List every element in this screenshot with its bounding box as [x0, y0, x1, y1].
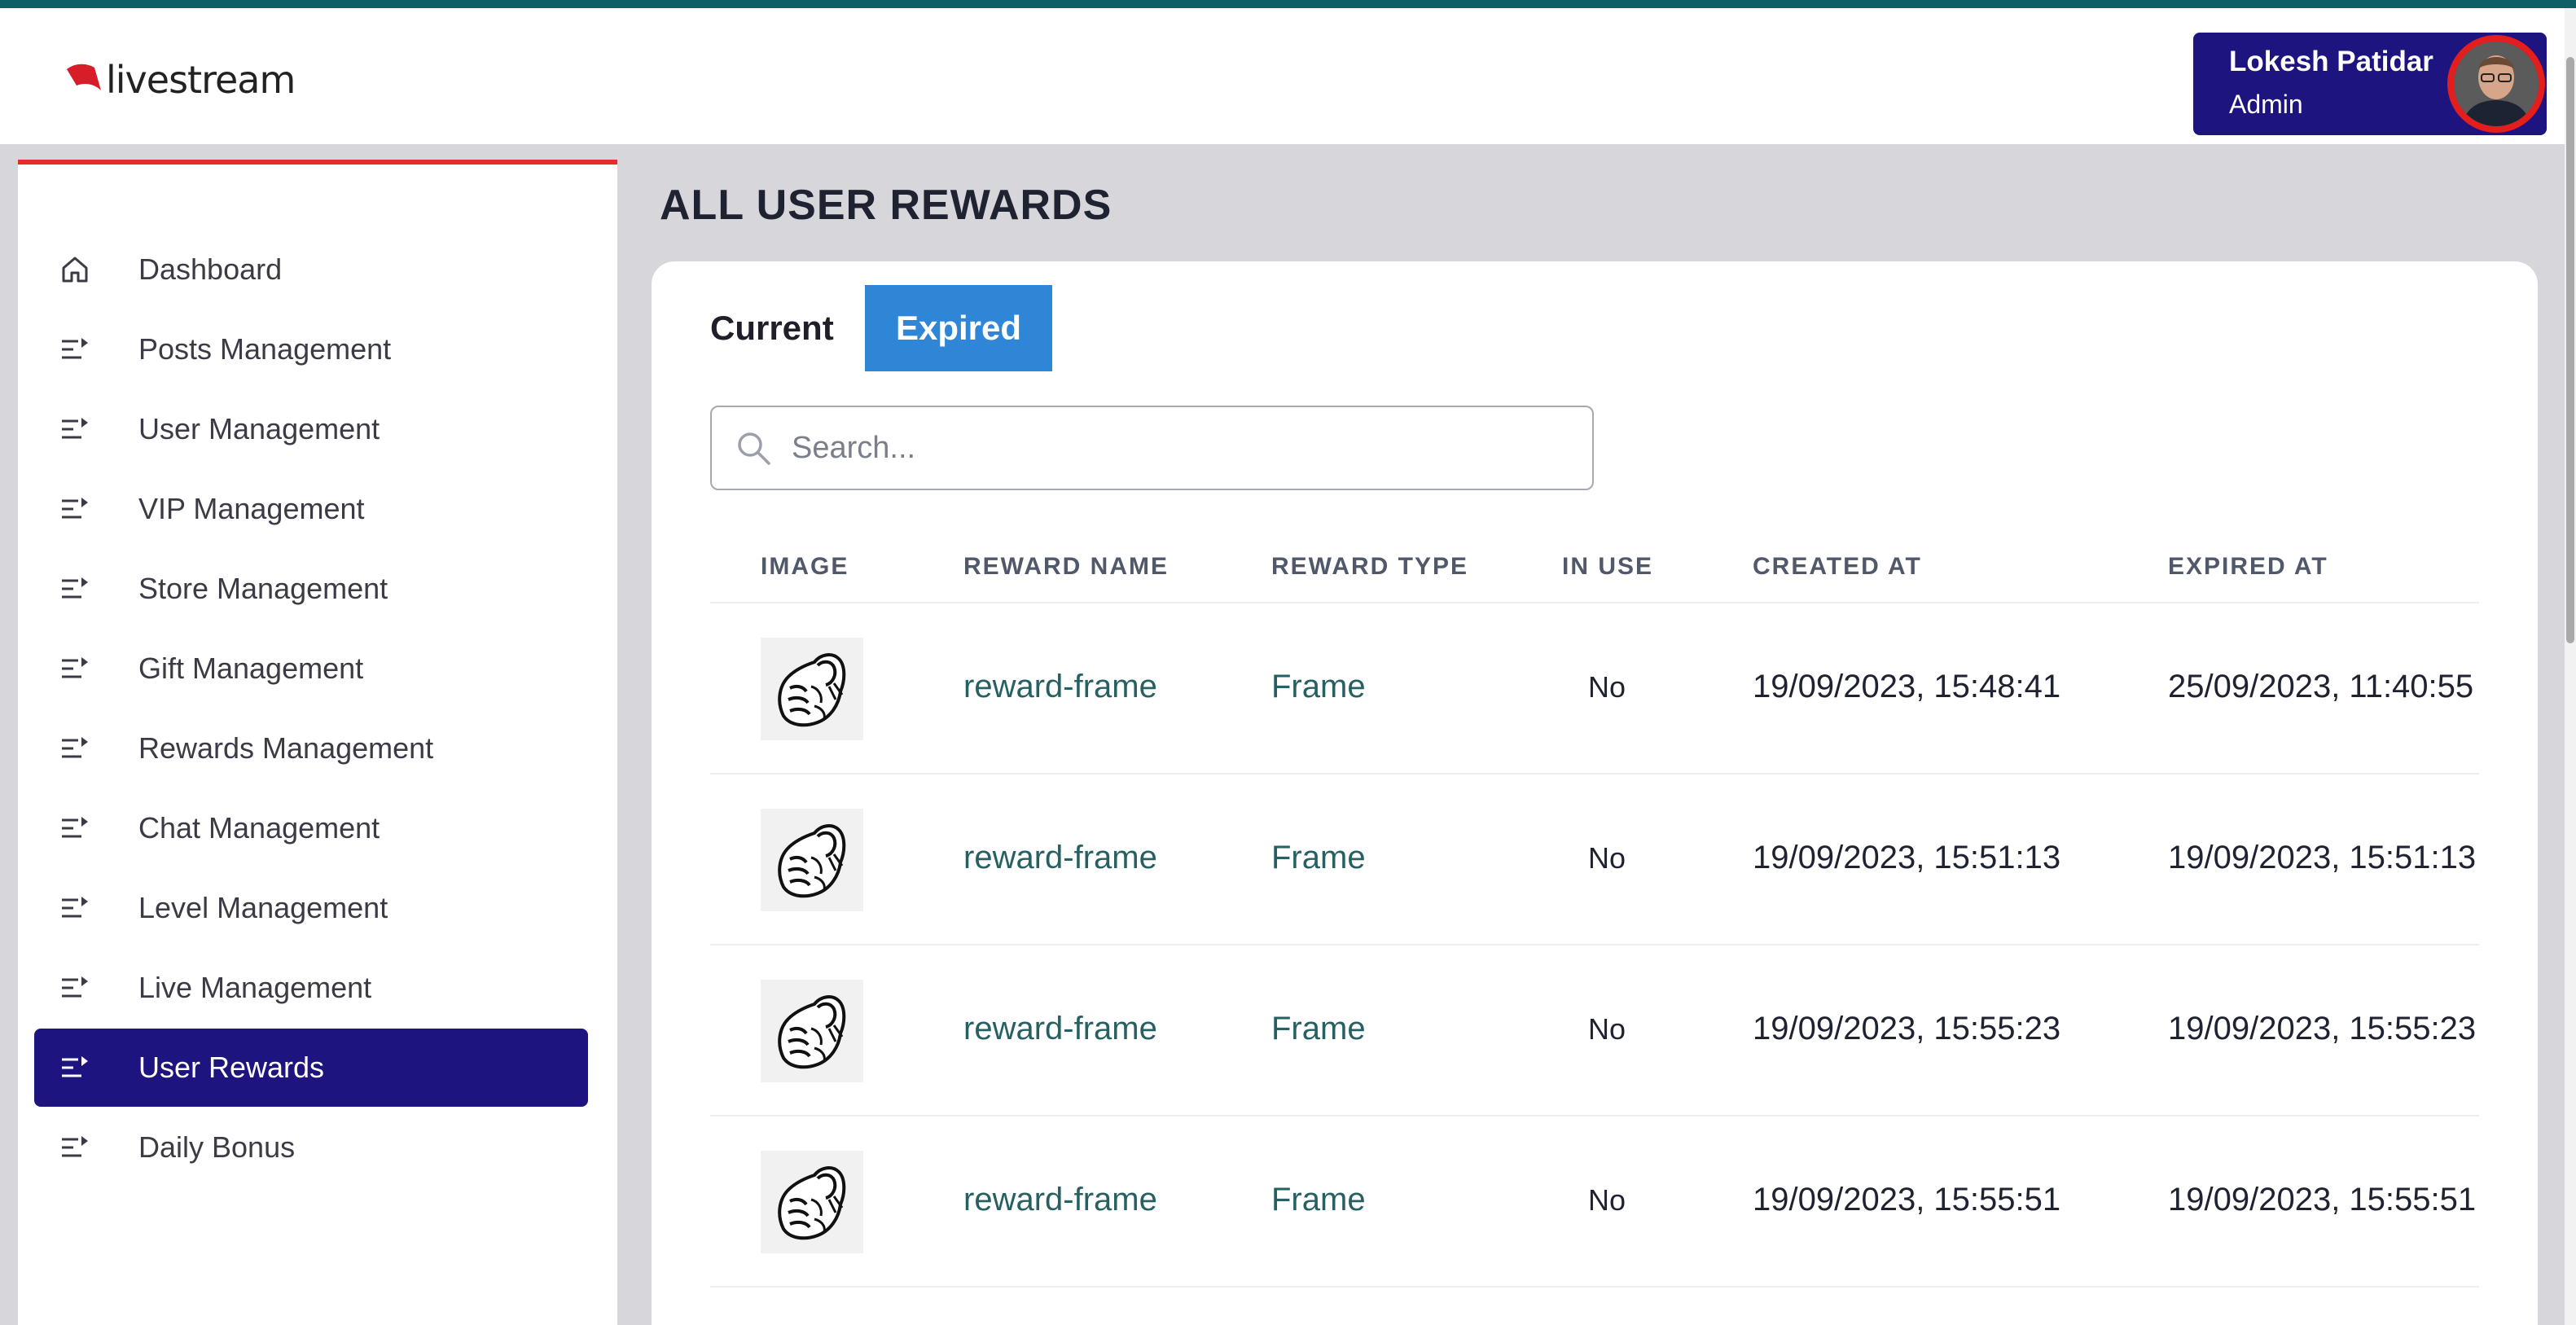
reward-type-cell: Frame	[1271, 1011, 1366, 1046]
sidebar-item-label: Store Management	[138, 572, 388, 605]
page-scrollbar[interactable]	[2565, 8, 2576, 1325]
search-icon	[738, 432, 770, 465]
sidebar-item-label: Rewards Management	[138, 731, 434, 765]
table-row[interactable]: reward-frame Frame No 19/09/2023, 15:55:23 1…	[710, 945, 2479, 1117]
search-box[interactable]	[710, 406, 1594, 490]
list-arrow-icon	[59, 972, 103, 1004]
rewards-card: Current Expired IMAGE REWARD NAME REWARD…	[652, 261, 2538, 1325]
created-at-cell: 19/09/2023, 15:55:51	[1753, 1182, 2061, 1218]
list-arrow-icon	[59, 652, 103, 685]
sidebar-item-daily-bonus[interactable]: Daily Bonus	[34, 1108, 588, 1187]
pointing-hand-icon	[761, 1151, 863, 1257]
sidebar-item-vip-management[interactable]: VIP Management	[34, 470, 588, 548]
avatar-portrait-icon	[2454, 42, 2539, 126]
sidebar-item-label: Posts Management	[138, 332, 392, 366]
sidebar-item-label: Level Management	[138, 891, 388, 924]
list-arrow-icon	[59, 812, 103, 845]
col-image: IMAGE	[761, 553, 849, 580]
top-header: livestream Lokesh Patidar Admin	[0, 0, 2576, 144]
table-body: reward-frame Frame No 19/09/2023, 15:48:41 2…	[710, 603, 2479, 1288]
col-reward-name: REWARD NAME	[963, 553, 1169, 580]
sidebar-item-label: User Management	[138, 412, 380, 445]
created-at-cell: 19/09/2023, 15:51:13	[1753, 840, 2061, 875]
col-expired-at: EXPIRED AT	[2168, 553, 2328, 580]
reward-thumbnail	[761, 809, 863, 911]
livestream-logo[interactable]: livestream	[65, 55, 296, 104]
sidebar-item-live-management[interactable]: Live Management	[34, 949, 588, 1027]
pointing-hand-icon	[761, 638, 863, 744]
list-arrow-icon	[59, 732, 103, 765]
reward-name-cell[interactable]: reward-frame	[963, 840, 1157, 876]
reward-type-cell: Frame	[1271, 669, 1366, 704]
list-arrow-icon	[59, 493, 103, 525]
sidebar-item-rewards-management[interactable]: Rewards Management	[34, 709, 588, 788]
sidebar-item-label: Gift Management	[138, 652, 364, 685]
table-header: IMAGE REWARD NAME REWARD TYPE IN USE CRE…	[710, 538, 2479, 603]
sidebar-item-dashboard[interactable]: Dashboard	[34, 230, 588, 309]
scrollbar-thumb[interactable]	[2566, 57, 2574, 643]
col-reward-type: REWARD TYPE	[1271, 553, 1469, 580]
user-name: Lokesh Patidar	[2229, 46, 2433, 77]
reward-thumbnail	[761, 638, 863, 740]
sidebar-item-label: Chat Management	[138, 811, 380, 845]
list-arrow-icon	[59, 1131, 103, 1164]
sidebar: Dashboard Posts Management User Management…	[18, 160, 617, 1325]
reward-name-cell[interactable]: reward-frame	[963, 1182, 1157, 1218]
tab-expired[interactable]: Expired	[865, 285, 1052, 371]
expired-at-cell: 19/09/2023, 15:55:51	[2168, 1182, 2477, 1218]
sidebar-item-chat-management[interactable]: Chat Management	[34, 789, 588, 867]
created-at-cell: 19/09/2023, 15:55:23	[1753, 1011, 2061, 1046]
reward-thumbnail	[761, 1151, 863, 1253]
reward-type-cell: Frame	[1271, 1182, 1366, 1218]
expired-at-cell: 25/09/2023, 11:40:55	[2168, 669, 2474, 704]
home-icon	[59, 253, 103, 286]
page-title: ALL USER REWARDS	[660, 182, 1112, 229]
list-arrow-icon	[59, 573, 103, 605]
sidebar-item-label: VIP Management	[138, 492, 365, 525]
search-input[interactable]	[792, 430, 1525, 466]
sidebar-item-label: Live Management	[138, 971, 372, 1004]
logo-text: livestream	[106, 58, 296, 102]
sidebar-item-user-rewards[interactable]: User Rewards	[34, 1029, 588, 1107]
sidebar-item-label: User Rewards	[138, 1051, 325, 1084]
list-arrow-icon	[59, 333, 103, 366]
sidebar-item-posts-management[interactable]: Posts Management	[34, 310, 588, 388]
reward-name-cell[interactable]: reward-frame	[963, 1011, 1157, 1047]
sidebar-item-label: Daily Bonus	[138, 1130, 296, 1164]
pointing-hand-icon	[761, 809, 863, 915]
col-created-at: CREATED AT	[1753, 553, 1922, 580]
col-in-use: IN USE	[1562, 553, 1654, 580]
list-arrow-icon	[59, 1051, 103, 1084]
table-row[interactable]: reward-frame Frame No 19/09/2023, 15:55:51 1…	[710, 1117, 2479, 1288]
reward-type-cell: Frame	[1271, 840, 1366, 875]
list-arrow-icon	[59, 413, 103, 445]
table-row[interactable]: reward-frame Frame No 19/09/2023, 15:48:41 2…	[710, 603, 2479, 774]
sidebar-item-store-management[interactable]: Store Management	[34, 550, 588, 628]
in-use-cell: No	[1587, 670, 1626, 704]
user-profile-card[interactable]: Lokesh Patidar Admin	[2193, 33, 2547, 135]
list-arrow-icon	[59, 892, 103, 924]
avatar[interactable]	[2447, 35, 2545, 133]
sidebar-item-label: Dashboard	[138, 252, 283, 286]
sidebar-item-level-management[interactable]: Level Management	[34, 869, 588, 947]
in-use-cell: No	[1587, 841, 1626, 875]
in-use-cell: No	[1587, 1183, 1626, 1217]
created-at-cell: 19/09/2023, 15:48:41	[1753, 669, 2061, 704]
expired-at-cell: 19/09/2023, 15:51:13	[2168, 840, 2477, 875]
pointing-hand-icon	[761, 980, 863, 1086]
rewards-table: IMAGE REWARD NAME REWARD TYPE IN USE CRE…	[710, 538, 2479, 1288]
expired-at-cell: 19/09/2023, 15:55:23	[2168, 1011, 2477, 1046]
in-use-cell: No	[1587, 1012, 1626, 1046]
sidebar-item-gift-management[interactable]: Gift Management	[34, 630, 588, 708]
tab-current[interactable]: Current	[710, 285, 834, 371]
reward-name-cell[interactable]: reward-frame	[963, 669, 1157, 705]
table-row[interactable]: reward-frame Frame No 19/09/2023, 15:51:13 1…	[710, 774, 2479, 945]
user-role: Admin	[2229, 90, 2303, 119]
reward-thumbnail	[761, 980, 863, 1082]
logo-mark-icon	[67, 64, 101, 90]
sidebar-item-user-management[interactable]: User Management	[34, 390, 588, 468]
